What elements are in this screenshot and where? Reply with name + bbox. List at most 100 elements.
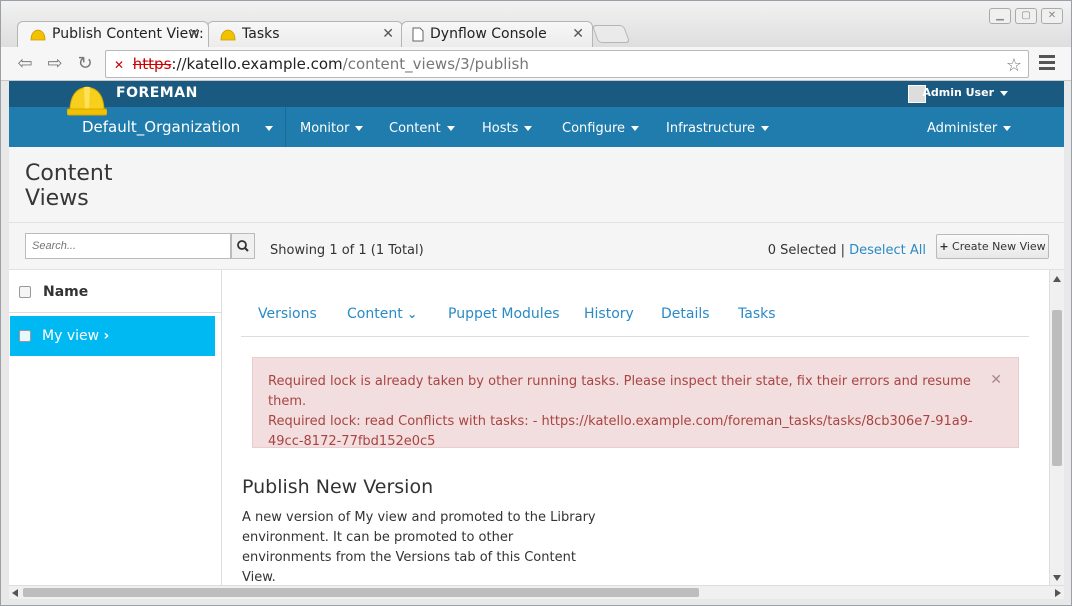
list-item[interactable]: My view › xyxy=(10,316,215,356)
nav-label: Configure xyxy=(562,121,626,136)
chevron-down-icon xyxy=(1003,126,1012,131)
browser-tab-tasks[interactable]: Tasks ✕ xyxy=(207,21,403,47)
nav-content[interactable]: Content xyxy=(389,121,455,136)
url-scheme: https xyxy=(132,55,172,73)
tab-title: Tasks xyxy=(242,26,280,42)
page-title: Content Views xyxy=(25,161,113,211)
create-button-label: Create New View xyxy=(952,240,1046,253)
brand-name[interactable]: FOREMAN xyxy=(116,85,198,101)
browser-tab-dynflow[interactable]: Dynflow Console ✕ xyxy=(401,21,593,47)
deselect-all-link[interactable]: Deselect All xyxy=(849,243,926,258)
browser-tab-publish[interactable]: Publish Content View: ✕ xyxy=(17,21,209,47)
scrollbar-thumb[interactable] xyxy=(1052,310,1062,466)
scroll-up-icon[interactable] xyxy=(1053,276,1061,282)
tab-title: Dynflow Console xyxy=(430,26,547,42)
organization-switcher[interactable]: Default_Organization xyxy=(82,118,240,136)
tab-versions[interactable]: Versions xyxy=(258,306,317,322)
scroll-left-icon[interactable] xyxy=(12,589,18,597)
close-tab-icon[interactable]: ✕ xyxy=(572,26,584,42)
main-nav: Default_Organization Monitor Content Hos… xyxy=(9,107,1064,147)
page-icon xyxy=(412,27,424,42)
error-alert: Required lock is already taken by other … xyxy=(252,357,1019,449)
chevron-down-icon[interactable] xyxy=(265,126,273,131)
url-path: /content_views/3/publish xyxy=(342,55,529,73)
foreman-logo-icon[interactable] xyxy=(67,83,107,117)
tab-label: Content xyxy=(347,306,403,322)
maximize-button[interactable]: ▢ xyxy=(1015,8,1037,24)
page-viewport: FOREMAN Admin User Default_Organization … xyxy=(9,81,1064,585)
section-title: Publish New Version xyxy=(242,476,434,498)
nav-configure[interactable]: Configure xyxy=(562,121,640,136)
reload-icon[interactable]: ↻ xyxy=(73,52,97,76)
content-view-name: My view xyxy=(42,328,100,344)
chevron-down-icon xyxy=(631,126,640,131)
nav-monitor[interactable]: Monitor xyxy=(300,121,364,136)
browser-toolbar: ⇦ ⇨ ↻ ✕ https://katello.example.com/cont… xyxy=(1,47,1071,81)
list-item-label: My view › xyxy=(42,328,109,344)
chevron-down-icon xyxy=(760,126,769,131)
foreman-hat-icon xyxy=(220,29,236,41)
page-header: Content Views xyxy=(9,147,1064,223)
close-tab-icon[interactable]: ✕ xyxy=(382,26,394,42)
search-input[interactable] xyxy=(25,233,231,259)
tab-puppet-modules[interactable]: Puppet Modules xyxy=(448,306,560,322)
tab-details[interactable]: Details xyxy=(661,306,710,322)
foreman-hat-icon xyxy=(30,29,46,41)
nav-label: Administer xyxy=(927,121,998,136)
tab-history[interactable]: History xyxy=(584,306,634,322)
nav-divider xyxy=(285,107,286,147)
minimize-button[interactable]: ▁ xyxy=(989,8,1011,24)
new-tab-button[interactable] xyxy=(591,25,631,43)
browser-menu-icon[interactable] xyxy=(1037,53,1057,73)
vertical-scrollbar[interactable] xyxy=(1049,270,1064,585)
tab-tasks[interactable]: Tasks xyxy=(738,306,776,322)
select-all-checkbox[interactable] xyxy=(19,286,31,298)
user-name: Admin User xyxy=(922,86,994,99)
back-icon[interactable]: ⇦ xyxy=(13,52,37,76)
name-column-header: Name xyxy=(43,284,89,300)
close-tab-icon[interactable]: ✕ xyxy=(188,26,200,42)
horizontal-scrollbar[interactable] xyxy=(9,585,1064,599)
insecure-lock-icon: ✕ xyxy=(114,58,125,72)
selected-count: 0 Selected | xyxy=(767,243,845,258)
create-new-view-button[interactable]: + Create New View xyxy=(936,234,1049,259)
close-window-button[interactable]: ✕ xyxy=(1041,8,1063,24)
chevron-down-icon xyxy=(1000,90,1008,96)
plus-icon: + xyxy=(939,240,949,253)
nav-administer[interactable]: Administer xyxy=(927,121,1012,136)
foreman-topbar: FOREMAN Admin User xyxy=(9,81,1064,107)
browser-window: Publish Content View: ✕ Tasks ✕ Dynflow … xyxy=(0,0,1072,606)
scrollbar-thumb[interactable] xyxy=(23,588,699,597)
close-icon[interactable]: ✕ xyxy=(990,370,1002,390)
nav-hosts[interactable]: Hosts xyxy=(482,121,533,136)
forward-icon[interactable]: ⇨ xyxy=(43,52,67,76)
bookmark-star-icon[interactable]: ☆ xyxy=(1006,53,1022,79)
detail-tabs: Versions Content ⌄ Puppet Modules Histor… xyxy=(241,298,1029,337)
scroll-down-icon[interactable] xyxy=(1053,575,1061,581)
list-header: Name xyxy=(9,270,222,313)
section-description: A new version of My view and promoted to… xyxy=(242,510,596,585)
alert-message-line1: Required lock is already taken by other … xyxy=(268,374,971,409)
row-checkbox[interactable] xyxy=(19,330,31,342)
user-menu[interactable]: Admin User xyxy=(922,86,1008,99)
nav-label: Hosts xyxy=(482,121,519,136)
chevron-right-icon: › xyxy=(103,328,110,344)
url-host: ://katello.example.com xyxy=(171,55,343,73)
content-view-detail: Versions Content ⌄ Puppet Modules Histor… xyxy=(223,270,1049,585)
chevron-down-icon xyxy=(355,126,364,131)
result-count: Showing 1 of 1 (1 Total) xyxy=(270,243,424,258)
chevron-down-icon xyxy=(446,126,455,131)
selection-status: 0 Selected | Deselect All xyxy=(768,243,926,258)
nav-label: Monitor xyxy=(300,121,350,136)
search-toolbar: Showing 1 of 1 (1 Total) 0 Selected | De… xyxy=(9,223,1064,270)
search-button[interactable] xyxy=(231,233,255,259)
address-bar[interactable]: ✕ https://katello.example.com/content_vi… xyxy=(105,50,1029,78)
tab-content[interactable]: Content ⌄ xyxy=(347,306,417,322)
nav-label: Infrastructure xyxy=(666,121,755,136)
alert-message-line2: Required lock: read Conflicts with tasks… xyxy=(268,414,973,449)
nav-label: Content xyxy=(389,121,441,136)
content-view-list: Name My view › xyxy=(9,270,222,585)
chevron-down-icon xyxy=(524,126,533,131)
scroll-right-icon[interactable] xyxy=(1055,589,1061,597)
nav-infrastructure[interactable]: Infrastructure xyxy=(666,121,769,136)
